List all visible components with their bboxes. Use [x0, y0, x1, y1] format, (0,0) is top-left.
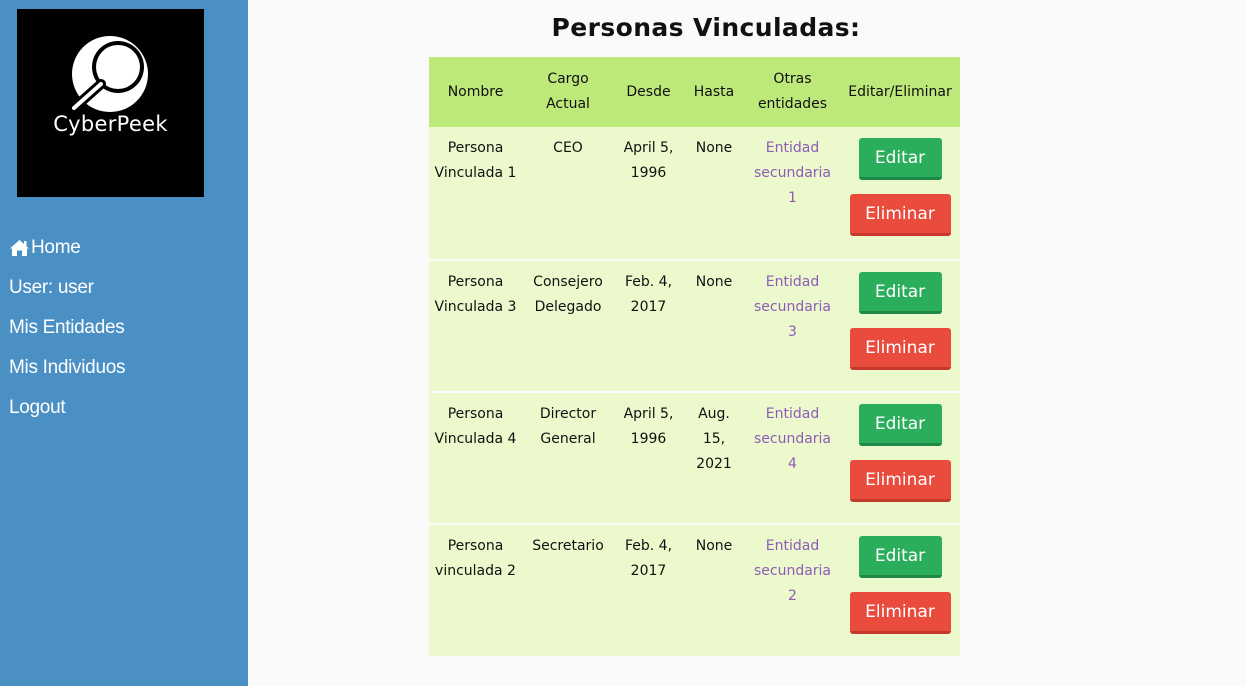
nav-mis-entidades[interactable]: Mis Entidades: [9, 316, 125, 340]
cell-cargo: Consejero Delegado: [533, 274, 603, 315]
nav-user[interactable]: User: user: [9, 276, 125, 300]
edit-button[interactable]: Editar: [858, 536, 942, 578]
cell-actions: Editar Eliminar: [840, 260, 960, 392]
cell-desde: Feb. 4, 2017: [624, 538, 673, 579]
nav-home[interactable]: Home: [9, 236, 125, 260]
page-title: Personas Vinculadas:: [551, 13, 861, 42]
cell-otras-entidades-link[interactable]: Entidad secundaria 3: [745, 260, 840, 392]
cell-nombre: Persona Vinculada 3: [434, 274, 517, 315]
nav-mis-individuos[interactable]: Mis Individuos: [9, 356, 125, 380]
cell-desde: April 5, 1996: [623, 406, 674, 447]
cell-hasta: Aug. 15, 2021: [696, 406, 732, 472]
cell-otras-entidades-link[interactable]: Entidad secundaria 1: [745, 127, 840, 260]
cell-otras-entidades-link[interactable]: Entidad secundaria 2: [745, 524, 840, 656]
nav-logout-label: Logout: [9, 397, 66, 418]
edit-button[interactable]: Editar: [858, 404, 942, 446]
nav-home-label: Home: [31, 237, 81, 258]
cell-cargo: Secretario: [532, 538, 604, 554]
delete-button[interactable]: Eliminar: [849, 328, 951, 370]
main-content: Personas Vinculadas: Nombre Cargo Actual…: [248, 0, 1246, 686]
cell-cargo: CEO: [553, 140, 583, 156]
table-row: Persona vinculada 2 Secretario Feb. 4, 2…: [429, 524, 960, 656]
header-otras-entidades: Otras entidades: [757, 71, 828, 112]
nav-mis-individuos-label: Mis Individuos: [9, 357, 126, 378]
delete-button[interactable]: Eliminar: [849, 592, 951, 634]
cell-desde: Feb. 4, 2017: [624, 274, 673, 315]
cell-nombre: Persona Vinculada 1: [434, 140, 517, 181]
cell-nombre: Persona Vinculada 4: [434, 406, 517, 447]
cell-nombre: Persona vinculada 2: [435, 538, 516, 579]
logo-text: CyberPeek: [53, 112, 168, 136]
nav-mis-entidades-label: Mis Entidades: [9, 317, 125, 338]
nav-logout[interactable]: Logout: [9, 396, 125, 420]
cell-desde: April 5, 1996: [623, 140, 674, 181]
sidebar-nav: Home User: user Mis Entidades Mis Indivi…: [9, 236, 125, 436]
cell-actions: Editar Eliminar: [840, 392, 960, 524]
magnifier-logo-icon: [69, 36, 148, 113]
cell-otras-entidades-link[interactable]: Entidad secundaria 4: [745, 392, 840, 524]
header-nombre: Nombre: [447, 83, 504, 100]
header-desde: Desde: [626, 83, 671, 100]
table-header-row: Nombre Cargo Actual Desde Hasta Otras en…: [429, 57, 960, 127]
header-hasta: Hasta: [693, 83, 735, 100]
sidebar: CyberPeek Home User: user Mis Entidades …: [0, 0, 248, 686]
cell-hasta: None: [695, 538, 733, 554]
header-cargo-actual: Cargo Actual: [546, 71, 590, 112]
edit-button[interactable]: Editar: [858, 138, 942, 180]
table-row: Persona Vinculada 3 Consejero Delegado F…: [429, 260, 960, 392]
cell-actions: Editar Eliminar: [840, 127, 960, 260]
logo[interactable]: CyberPeek: [17, 9, 204, 197]
nav-user-label: User: user: [9, 277, 94, 298]
cell-actions: Editar Eliminar: [840, 524, 960, 656]
cell-hasta: None: [695, 274, 733, 290]
delete-button[interactable]: Eliminar: [849, 460, 951, 502]
table-row: Persona Vinculada 1 CEO April 5, 1996 No…: [429, 127, 960, 260]
delete-button[interactable]: Eliminar: [849, 194, 951, 236]
edit-button[interactable]: Editar: [858, 272, 942, 314]
header-editar-eliminar: Editar/Eliminar: [848, 83, 952, 100]
home-icon: [10, 240, 29, 256]
cell-hasta: None: [695, 140, 733, 156]
table-row: Persona Vinculada 4 Director General Apr…: [429, 392, 960, 524]
cell-cargo: Director General: [539, 406, 597, 447]
personas-table: Nombre Cargo Actual Desde Hasta Otras en…: [429, 57, 960, 656]
